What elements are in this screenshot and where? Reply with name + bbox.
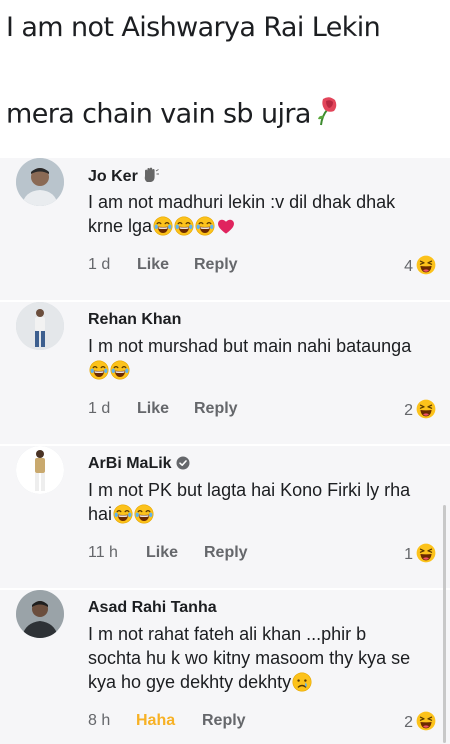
commenter-name-text[interactable]: ArBi MaLik <box>88 455 172 472</box>
reaction-count[interactable]: 2 <box>404 711 436 736</box>
laughing-face-icon <box>174 216 194 242</box>
haha-button[interactable]: Haha <box>136 712 175 730</box>
comment-item: Rehan Khan I m not murshad but main nahi… <box>0 302 450 444</box>
commenter-name-text[interactable]: Rehan Khan <box>88 311 181 328</box>
reaction-count[interactable]: 1 <box>404 543 436 568</box>
reply-button[interactable]: Reply <box>194 256 238 274</box>
comment-item: Jo Ker I am not madhuri lekin :v dil dha… <box>0 158 450 300</box>
commenter-name[interactable]: Asad Rahi Tanha <box>88 599 217 617</box>
waving-hand-icon <box>142 167 160 188</box>
like-button[interactable]: Like <box>146 544 178 562</box>
avatar[interactable] <box>16 446 64 494</box>
like-button[interactable]: Like <box>137 256 169 274</box>
reaction-count[interactable]: 2 <box>404 399 436 424</box>
red-heart-icon <box>216 216 236 242</box>
laughing-face-icon <box>113 504 133 530</box>
scrollbar[interactable] <box>443 505 446 743</box>
haha-reaction-icon <box>416 399 436 424</box>
laughing-face-icon <box>134 504 154 530</box>
commenter-name-text[interactable]: Jo Ker <box>88 168 138 185</box>
laughing-face-icon <box>153 216 173 242</box>
post-text-line-1: I am not Aishwarya Rai Lekin <box>6 12 381 44</box>
commenter-name[interactable]: Jo Ker <box>88 167 160 188</box>
comment-text: I am not madhuri lekin :v dil dhak dhak … <box>88 190 418 242</box>
commenter-name-text[interactable]: Asad Rahi Tanha <box>88 599 217 616</box>
haha-reaction-icon <box>416 711 436 736</box>
post-text: mera chain vain sb ujra <box>6 98 311 130</box>
laughing-face-icon <box>89 360 109 386</box>
reply-button[interactable]: Reply <box>204 544 248 562</box>
comment-item: Asad Rahi Tanha I m not rahat fateh ali … <box>0 590 450 744</box>
commenter-name[interactable]: ArBi MaLik <box>88 455 190 475</box>
haha-reaction-icon <box>416 255 436 280</box>
like-button[interactable]: Like <box>137 400 169 418</box>
crying-face-icon <box>292 672 312 698</box>
reaction-count[interactable]: 4 <box>404 255 436 280</box>
comment-time: 1 d <box>88 400 111 417</box>
wilted-rose-icon <box>317 96 341 134</box>
post-text: I am not Aishwarya Rai Lekin <box>6 12 381 43</box>
comment-text: I m not PK but lagta hai Kono Firki ly r… <box>88 478 418 530</box>
comment-time: 8 h <box>88 712 111 729</box>
comment-time: 11 h <box>88 544 118 561</box>
avatar[interactable] <box>16 590 64 638</box>
comment-time: 1 d <box>88 256 111 273</box>
laughing-face-icon <box>195 216 215 242</box>
laughing-face-icon <box>110 360 130 386</box>
comment-text: I m not murshad but main nahi bataunga <box>88 334 418 386</box>
commenter-name[interactable]: Rehan Khan <box>88 311 181 329</box>
avatar[interactable] <box>16 158 64 206</box>
comment-text: I m not rahat fateh ali khan ...phir b s… <box>88 622 418 698</box>
comment-item: ArBi MaLik I m not PK but lagta hai Kono… <box>0 446 450 588</box>
reply-button[interactable]: Reply <box>194 400 238 418</box>
reply-button[interactable]: Reply <box>202 712 246 730</box>
verified-check-icon <box>176 456 190 475</box>
avatar[interactable] <box>16 302 64 350</box>
haha-reaction-icon <box>416 543 436 568</box>
post-text-line-2: mera chain vain sb ujra <box>6 96 341 134</box>
